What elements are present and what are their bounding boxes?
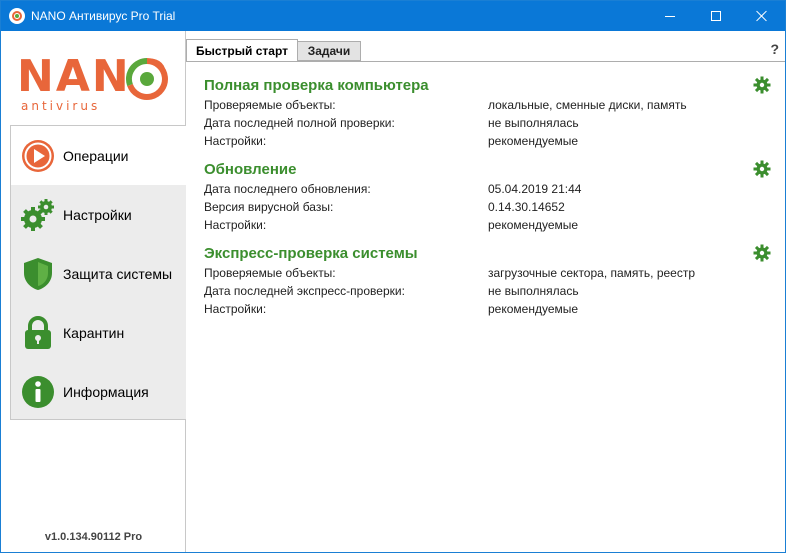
info-row: Настройки: рекомендуемые (204, 302, 579, 316)
sidebar-item-protection[interactable]: Защита системы (11, 244, 186, 303)
minimize-button[interactable] (647, 1, 693, 31)
sidebar-item-label: Настройки (63, 206, 132, 223)
app-window: NANO Антивирус Pro Trial NANO antivirus (0, 0, 786, 553)
nano-app-icon (9, 8, 25, 24)
quick-start-panel: Полная проверка компьютера Проверяемые о… (186, 61, 785, 552)
gear-icon[interactable] (753, 76, 771, 94)
section-express-scan: Экспресс-проверка системы Проверяемые об… (204, 244, 771, 318)
sidebar-nav: Операции Настройки Защита системы Карант… (10, 125, 186, 420)
info-row: Проверяемые объекты: загрузочные сектора,… (204, 266, 696, 280)
play-icon (22, 139, 54, 172)
title-bar[interactable]: NANO Антивирус Pro Trial (1, 1, 785, 31)
info-icon (22, 375, 54, 408)
section-title[interactable]: Экспресс-проверка системы (204, 244, 764, 264)
window-title: NANO Антивирус Pro Trial (31, 9, 176, 23)
info-row: Версия вирусной базы: 0.14.30.14652 (204, 200, 565, 214)
info-row: Настройки: рекомендуемые (204, 218, 579, 232)
sidebar-item-settings[interactable]: Настройки (11, 185, 186, 244)
sidebar-item-label: Карантин (63, 324, 125, 341)
section-update: Обновление Дата последнего обновления: 05… (204, 160, 771, 234)
tab-quick-start[interactable]: Быстрый старт (186, 39, 298, 62)
maximize-button[interactable] (693, 1, 739, 31)
version-label: v1.0.134.90112 Pro (44, 531, 143, 543)
info-row: Дата последнего обновления: 05.04.2019 21… (204, 182, 582, 196)
logo-ring-icon (125, 57, 168, 100)
sidebar-item-quarantine[interactable]: Карантин (11, 303, 186, 362)
close-icon (756, 10, 768, 22)
left-panel: NANO antivirus Операции Настройки Защита… (1, 31, 186, 552)
logo-subtitle: antivirus (21, 99, 101, 113)
lock-icon (25, 315, 51, 349)
sidebar-item-operations[interactable]: Операции (11, 126, 186, 185)
sidebar-item-label: Информация (63, 383, 149, 400)
section-title[interactable]: Обновление (204, 160, 764, 180)
section-title[interactable]: Полная проверка компьютера (204, 76, 764, 96)
sidebar-item-label: Защита системы (63, 265, 173, 282)
tab-bar: Быстрый старт Задачи ? (186, 39, 785, 62)
nano-logo: NANO antivirus (17, 51, 177, 114)
shield-icon (24, 257, 52, 290)
help-icon[interactable]: ? (770, 41, 779, 57)
gears-icon (21, 198, 54, 231)
minimize-icon (665, 15, 675, 17)
sidebar-item-label: Операции (63, 147, 129, 164)
gear-icon[interactable] (753, 244, 771, 262)
gear-icon[interactable] (753, 160, 771, 178)
maximize-icon (711, 11, 721, 21)
close-button[interactable] (739, 1, 785, 31)
tab-tasks[interactable]: Задачи (297, 41, 361, 61)
info-row: Проверяемые объекты: локальные, сменные д… (204, 98, 687, 112)
info-row: Дата последней экспресс-проверки: не выпо… (204, 284, 579, 298)
info-row: Настройки: рекомендуемые (204, 134, 579, 148)
section-full-scan: Полная проверка компьютера Проверяемые о… (204, 76, 771, 150)
info-row: Дата последней полной проверки: не выполн… (204, 116, 579, 130)
sidebar-item-information[interactable]: Информация (11, 362, 186, 421)
